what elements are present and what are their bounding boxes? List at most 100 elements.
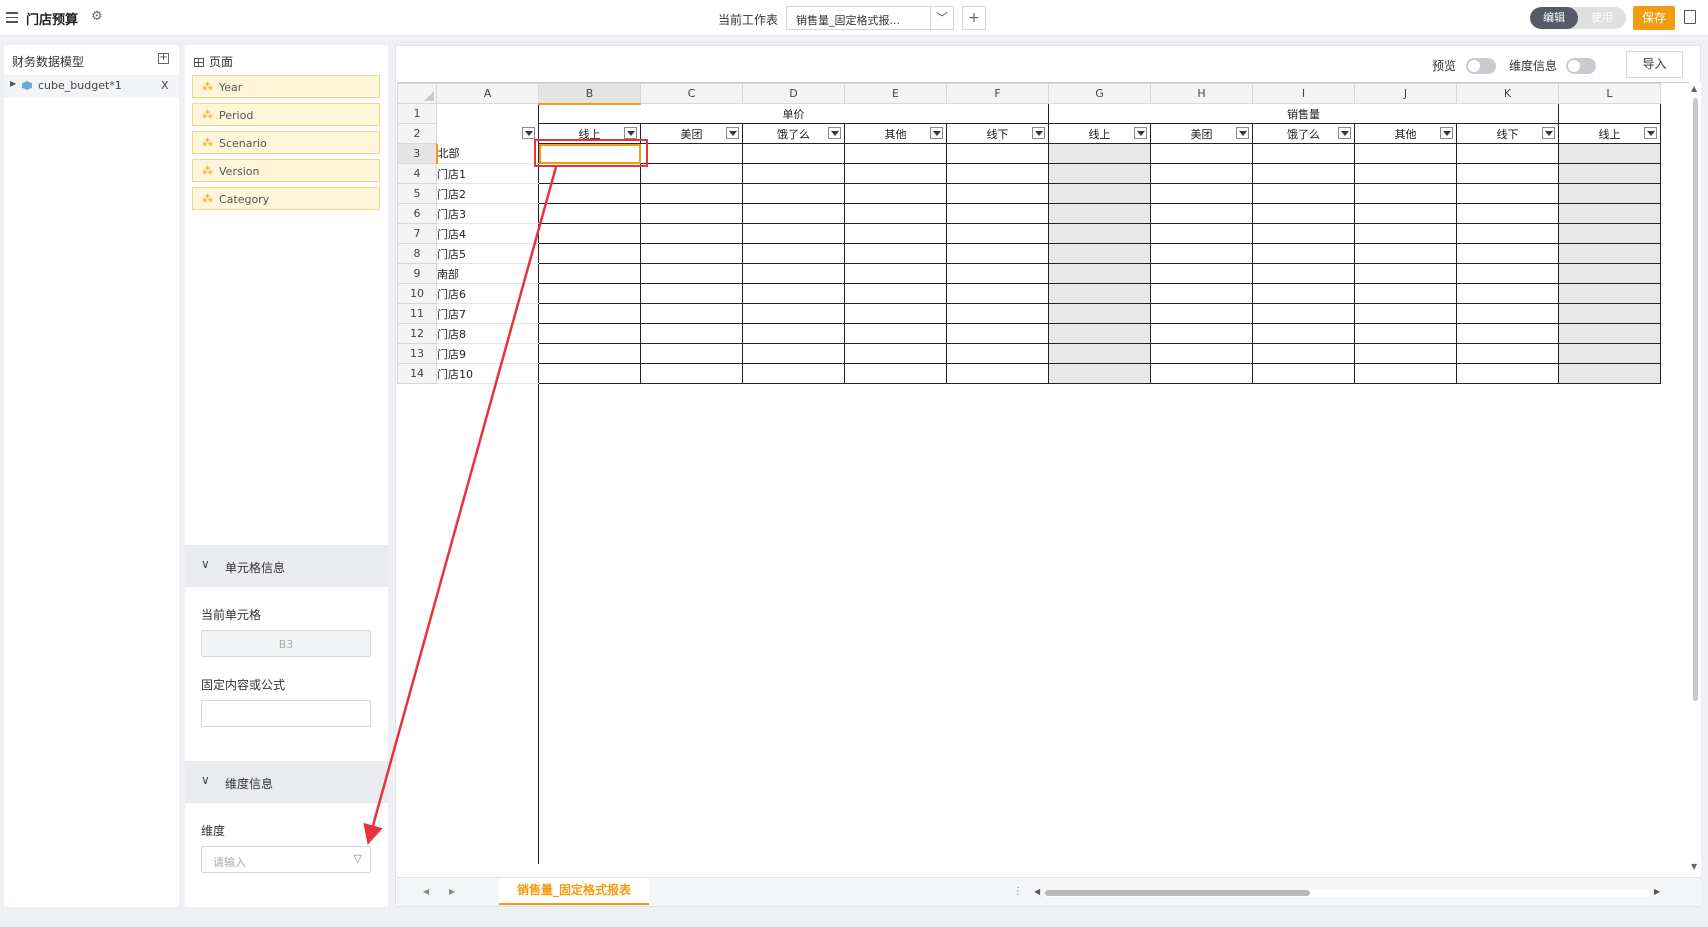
sub-header-f[interactable]: 线下	[946, 123, 1049, 144]
column-header-d[interactable]: D	[742, 83, 845, 104]
cell-l10[interactable]	[1558, 283, 1661, 304]
dropdown-icon[interactable]	[726, 127, 739, 139]
cell-i9[interactable]	[1252, 263, 1355, 284]
cell-i12[interactable]	[1252, 323, 1355, 344]
cell-l13[interactable]	[1558, 343, 1661, 364]
group-header-unit-price[interactable]: 单价	[538, 103, 1049, 124]
cell-d13[interactable]	[742, 343, 845, 364]
row-header-5[interactable]: 5	[397, 183, 437, 204]
mode-toggle[interactable]: 编辑 使用	[1530, 7, 1626, 29]
dropdown-icon[interactable]	[828, 127, 841, 139]
row-label-cell[interactable]: 门店5	[436, 243, 539, 264]
cell-k4[interactable]	[1456, 163, 1559, 184]
cell-i3[interactable]	[1252, 143, 1355, 164]
cell-i10[interactable]	[1252, 283, 1355, 304]
dropdown-icon[interactable]	[1542, 127, 1555, 139]
cell-d7[interactable]	[742, 223, 845, 244]
cell-h5[interactable]	[1150, 183, 1253, 204]
cell-g9[interactable]	[1048, 263, 1151, 284]
cell-d6[interactable]	[742, 203, 845, 224]
dropdown-icon[interactable]	[1644, 127, 1657, 139]
row-header-4[interactable]: 4	[397, 163, 437, 184]
vertical-scrollbar[interactable]: ▲ ▼	[1689, 82, 1701, 875]
spreadsheet-grid[interactable]: A B C D E F G H I J K L 1 单价 销售量 2 线上 美团 饿了么 其他 线下 线上 美团 饿了么 其他 线…	[397, 82, 1689, 877]
dropdown-icon[interactable]	[522, 126, 535, 139]
scroll-left-icon[interactable]: ◀	[1034, 887, 1040, 896]
cell-k3[interactable]	[1456, 143, 1559, 164]
column-header-a[interactable]: A	[436, 83, 539, 104]
cell-j7[interactable]	[1354, 223, 1457, 244]
cell-k13[interactable]	[1456, 343, 1559, 364]
cell-l11[interactable]	[1558, 303, 1661, 324]
cell-j11[interactable]	[1354, 303, 1457, 324]
cell-b13[interactable]	[538, 343, 641, 364]
group-header-sales-volume[interactable]: 销售量	[1048, 103, 1559, 124]
chevron-down-icon[interactable]: ∨	[201, 557, 210, 571]
cell-b14[interactable]	[538, 363, 641, 384]
sub-header-i[interactable]: 饿了么	[1252, 123, 1355, 144]
cell-g5[interactable]	[1048, 183, 1151, 204]
cell-j3[interactable]	[1354, 143, 1457, 164]
column-header-k[interactable]: K	[1456, 83, 1559, 104]
cell-g3[interactable]	[1048, 143, 1151, 164]
dropdown-icon[interactable]	[1440, 127, 1453, 139]
sub-header-l[interactable]: 线上	[1558, 123, 1661, 144]
dim-period[interactable]: ⁂ Period	[192, 103, 380, 126]
chevron-down-icon[interactable]: ∨	[201, 773, 210, 787]
cell-d9[interactable]	[742, 263, 845, 284]
cell-l8[interactable]	[1558, 243, 1661, 264]
close-cube-button[interactable]: X	[161, 79, 169, 92]
row-header-13[interactable]: 13	[397, 343, 437, 364]
preview-toggle[interactable]	[1466, 58, 1496, 74]
sub-header-h[interactable]: 美团	[1150, 123, 1253, 144]
cell-d10[interactable]	[742, 283, 845, 304]
sub-header-e[interactable]: 其他	[844, 123, 947, 144]
cell-l6[interactable]	[1558, 203, 1661, 224]
cell-j13[interactable]	[1354, 343, 1457, 364]
column-header-b[interactable]: B	[538, 83, 641, 105]
cell-c12[interactable]	[640, 323, 743, 344]
cell-e13[interactable]	[844, 343, 947, 364]
cell-h7[interactable]	[1150, 223, 1253, 244]
scroll-down-icon[interactable]: ▼	[1691, 862, 1697, 871]
cell-g6[interactable]	[1048, 203, 1151, 224]
cell-e6[interactable]	[844, 203, 947, 224]
row-label-cell[interactable]: 门店2	[436, 183, 539, 204]
cell-f6[interactable]	[946, 203, 1049, 224]
cell-b10[interactable]	[538, 283, 641, 304]
cell-i8[interactable]	[1252, 243, 1355, 264]
cell-k12[interactable]	[1456, 323, 1559, 344]
cell-d8[interactable]	[742, 243, 845, 264]
sub-header-j[interactable]: 其他	[1354, 123, 1457, 144]
menu-icon[interactable]	[6, 12, 18, 24]
cell-i5[interactable]	[1252, 183, 1355, 204]
row-header-9[interactable]: 9	[397, 263, 437, 284]
cell-f11[interactable]	[946, 303, 1049, 324]
cell-e5[interactable]	[844, 183, 947, 204]
import-button[interactable]: 导入	[1626, 51, 1683, 78]
cell-d3[interactable]	[742, 143, 845, 164]
cell-c11[interactable]	[640, 303, 743, 324]
cell-e12[interactable]	[844, 323, 947, 344]
cell-d11[interactable]	[742, 303, 845, 324]
cell-info-header[interactable]: ∨ 单元格信息	[185, 545, 388, 587]
cell-d5[interactable]	[742, 183, 845, 204]
cell-b7[interactable]	[538, 223, 641, 244]
dim-version[interactable]: ⁂ Version	[192, 159, 380, 182]
cell-c10[interactable]	[640, 283, 743, 304]
cell-h4[interactable]	[1150, 163, 1253, 184]
dim-year[interactable]: ⁂ Year	[192, 75, 380, 98]
row-header-11[interactable]: 11	[397, 303, 437, 324]
dropdown-icon[interactable]	[624, 127, 637, 139]
sub-header-k[interactable]: 线下	[1456, 123, 1559, 144]
row-header-10[interactable]: 10	[397, 283, 437, 304]
cell-g12[interactable]	[1048, 323, 1151, 344]
column-header-f[interactable]: F	[946, 83, 1049, 104]
cell-l5[interactable]	[1558, 183, 1661, 204]
cell-e10[interactable]	[844, 283, 947, 304]
cell-f13[interactable]	[946, 343, 1049, 364]
caret-right-icon[interactable]: ▶	[10, 79, 16, 88]
tab-prev-icon[interactable]: ◀	[423, 887, 429, 896]
cell-f10[interactable]	[946, 283, 1049, 304]
cell-j10[interactable]	[1354, 283, 1457, 304]
